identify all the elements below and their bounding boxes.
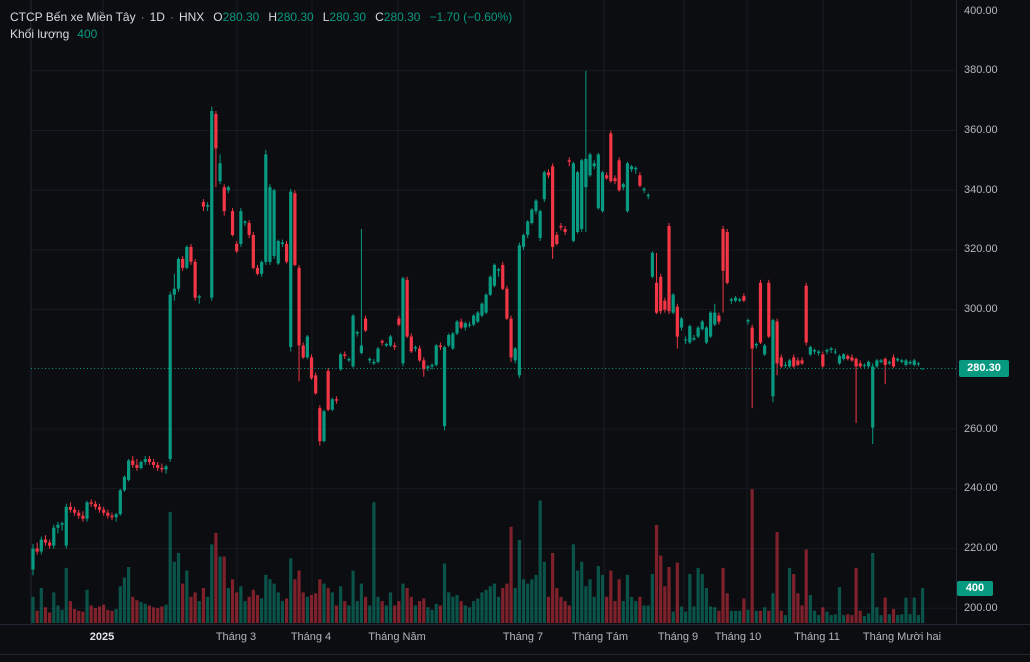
- time-label-month: Tháng 3: [216, 631, 256, 643]
- price-tick: 200.00: [964, 602, 998, 614]
- price-axis[interactable]: 280.30 400 400.00 380.00 360.00 340.00 320.0…: [956, 0, 1030, 624]
- time-label-month: Tháng 9: [658, 631, 698, 643]
- separator-dot: ·: [170, 10, 174, 24]
- chart-window: CTCP Bến xe Miền Tây·1D·HNXO280.30H280.3…: [0, 0, 1030, 662]
- volume-bars: [31, 489, 924, 623]
- time-label-month: Tháng 10: [715, 631, 761, 643]
- volume-label[interactable]: Khối lượng: [10, 27, 69, 41]
- price-tick: 360.00: [964, 124, 998, 136]
- price-tick: 260.00: [964, 423, 998, 435]
- volume-row: Khối lượng 400: [10, 26, 512, 43]
- open-label: O: [213, 10, 222, 24]
- separator-dot: ·: [141, 10, 145, 24]
- price-tick: 380.00: [964, 64, 998, 76]
- time-label-month: Tháng Năm: [368, 631, 425, 643]
- time-label-month: Tháng 4: [291, 631, 331, 643]
- time-label-month: Tháng 7: [503, 631, 543, 643]
- candles: [31, 71, 924, 576]
- price-tick: 340.00: [964, 184, 998, 196]
- price-tick: 320.00: [964, 243, 998, 255]
- interval-label[interactable]: 1D: [150, 10, 165, 24]
- low-value: 280.30: [329, 10, 366, 24]
- candlestick-chart[interactable]: [0, 0, 1030, 662]
- price-tick: 240.00: [964, 482, 998, 494]
- close-value: 280.30: [384, 10, 421, 24]
- open-value: 280.30: [223, 10, 260, 24]
- time-label-month: Tháng Tám: [572, 631, 628, 643]
- time-label-year: 2025: [90, 631, 114, 643]
- time-label-month: Tháng 11: [794, 631, 840, 643]
- price-tick: 400.00: [964, 5, 998, 17]
- price-tick: 300.00: [964, 303, 998, 315]
- close-label: C: [375, 10, 384, 24]
- volume-value: 400: [77, 27, 97, 41]
- time-label-month: Tháng Mười hai: [863, 631, 941, 643]
- symbol-row: CTCP Bến xe Miền Tây·1D·HNXO280.30H280.3…: [10, 9, 512, 26]
- high-value: 280.30: [277, 10, 314, 24]
- last-price-badge: 280.30: [959, 360, 1009, 377]
- symbol-title[interactable]: CTCP Bến xe Miền Tây: [10, 10, 136, 24]
- price-tick: 220.00: [964, 542, 998, 554]
- exchange-label: HNX: [179, 10, 204, 24]
- time-axis[interactable]: 2025 Tháng 3 Tháng 4 Tháng Năm Tháng 7 Tháng …: [0, 624, 1030, 655]
- legend: CTCP Bến xe Miền Tây·1D·HNXO280.30H280.3…: [10, 9, 512, 43]
- change-value: −1.70 (−0.60%): [429, 10, 512, 24]
- volume-badge: 400: [957, 581, 993, 596]
- high-label: H: [268, 10, 277, 24]
